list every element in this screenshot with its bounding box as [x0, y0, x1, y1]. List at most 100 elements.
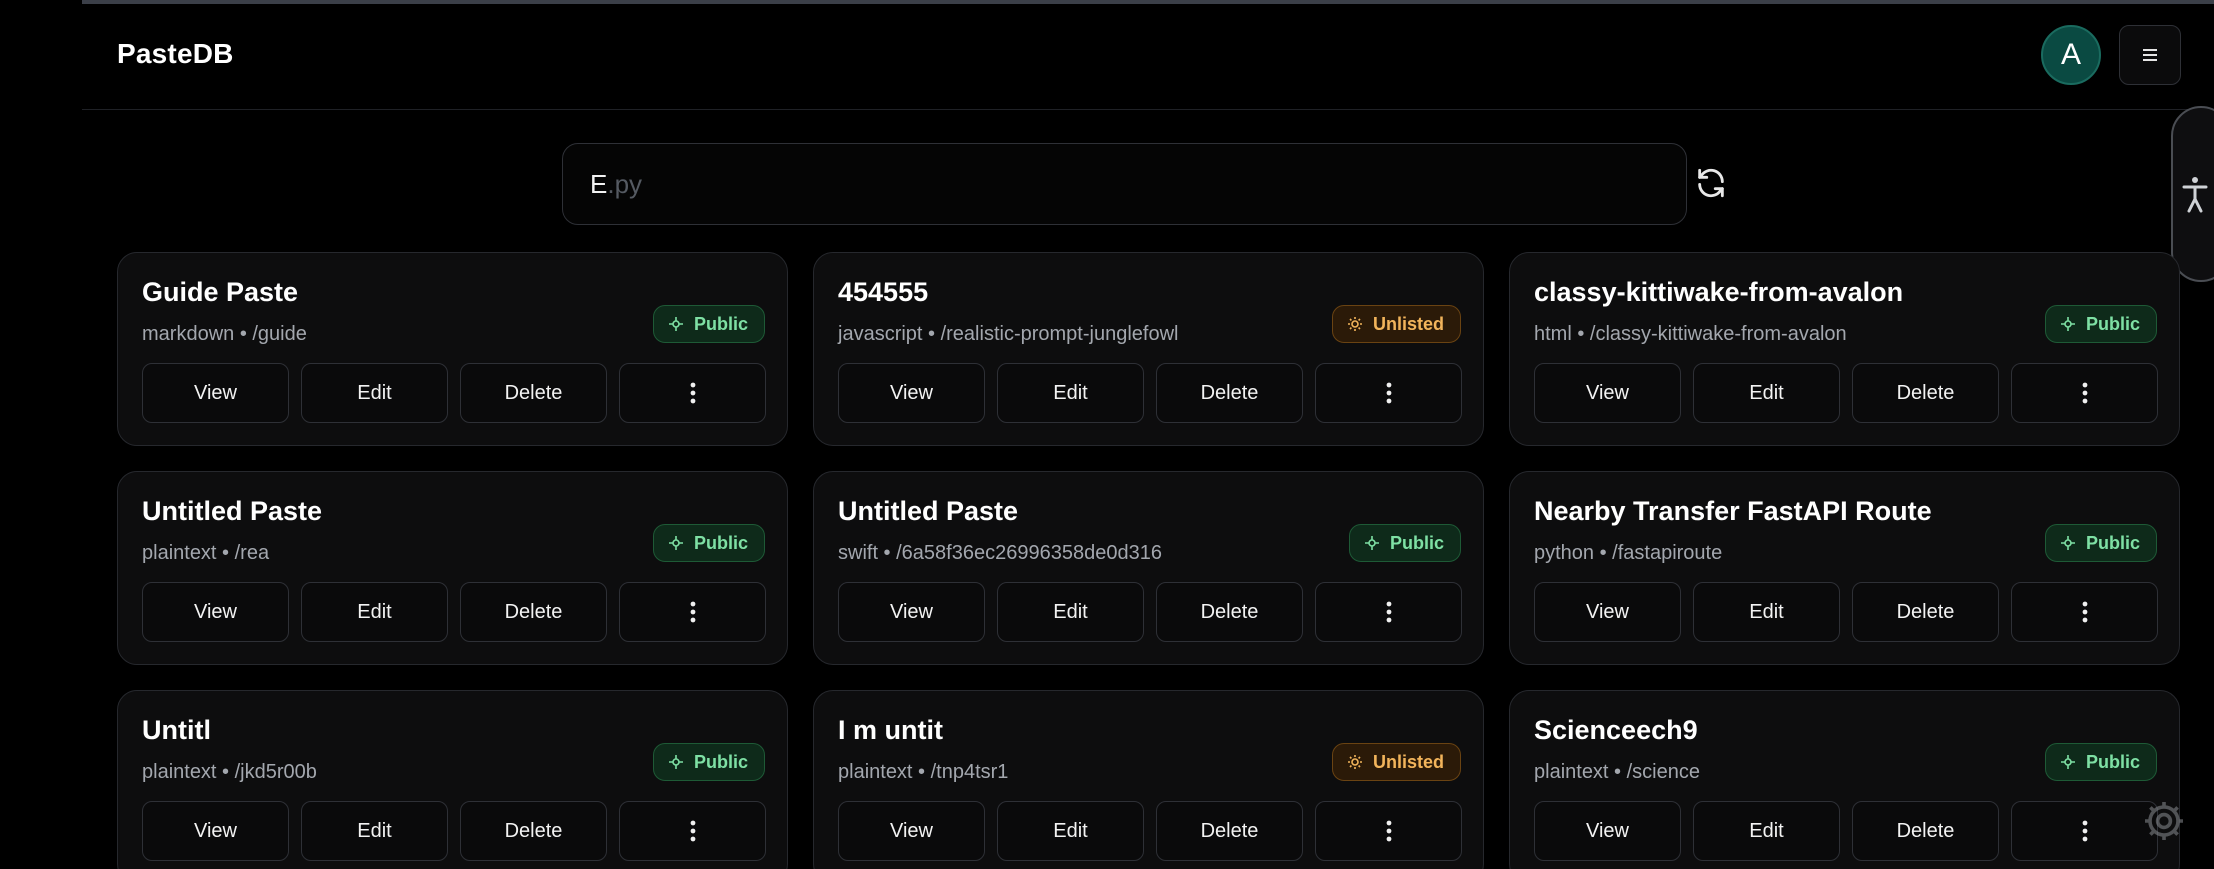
paste-title[interactable]: classy-kittiwake-from-avalon: [1534, 277, 1903, 308]
view-button[interactable]: View: [142, 582, 289, 642]
edit-button[interactable]: Edit: [997, 801, 1144, 861]
edit-button[interactable]: Edit: [301, 363, 448, 423]
paste-title[interactable]: 454555: [838, 277, 928, 308]
brand-logo[interactable]: PasteDB: [117, 38, 234, 70]
paste-meta: html • /classy-kittiwake-from-avalon: [1534, 323, 1847, 345]
view-button[interactable]: View: [142, 801, 289, 861]
paste-title[interactable]: Untitled Paste: [838, 496, 1018, 527]
edit-button[interactable]: Edit: [1693, 801, 1840, 861]
delete-button[interactable]: Delete: [1852, 363, 1999, 423]
view-button[interactable]: View: [142, 363, 289, 423]
accessibility-widget-button[interactable]: [2171, 106, 2214, 282]
delete-button[interactable]: Delete: [460, 801, 607, 861]
more-options-button[interactable]: [2011, 363, 2158, 423]
delete-button[interactable]: Delete: [1852, 801, 1999, 861]
paste-title[interactable]: Guide Paste: [142, 277, 298, 308]
paste-title[interactable]: Untitled Paste: [142, 496, 322, 527]
more-options-icon: [1386, 601, 1391, 623]
paste-card: Guide Paste markdown • /guide Public View Ed…: [117, 252, 788, 446]
paste-meta: markdown • /guide: [142, 323, 307, 345]
card-actions: View Edit Delete: [142, 363, 766, 423]
paste-meta: javascript • /realistic-prompt-junglefow…: [838, 323, 1179, 345]
settings-gear-icon[interactable]: [2140, 797, 2188, 845]
view-button[interactable]: View: [1534, 363, 1681, 423]
visibility-label: Public: [2085, 313, 2140, 334]
more-options-icon: [1386, 820, 1391, 842]
edit-button[interactable]: Edit: [997, 582, 1144, 642]
visibility-badge: Public: [652, 524, 765, 562]
paste-card: Nearby Transfer FastAPI Route python • /f…: [1509, 471, 2180, 665]
view-button[interactable]: View: [838, 801, 985, 861]
paste-meta: plaintext • /science: [1534, 761, 1700, 783]
visibility-badge: Public: [2044, 524, 2157, 562]
search-input[interactable]: E .py: [562, 143, 1687, 225]
view-button[interactable]: View: [1534, 582, 1681, 642]
edit-button[interactable]: Edit: [301, 801, 448, 861]
more-options-icon: [690, 601, 695, 623]
card-actions: View Edit Delete: [838, 363, 1462, 423]
paste-card: Scienceech9 plaintext • /science Public Vie…: [1509, 690, 2180, 869]
paste-card: 454555 javascript • /realistic-prompt-jun…: [813, 252, 1484, 446]
pin-icon: [668, 755, 683, 769]
pin-icon: [668, 317, 683, 331]
visibility-label: Public: [693, 313, 748, 334]
hamburger-menu-button[interactable]: [2119, 25, 2181, 85]
paste-title[interactable]: Nearby Transfer FastAPI Route: [1534, 496, 1932, 527]
delete-button[interactable]: Delete: [1852, 582, 1999, 642]
pin-icon: [2060, 536, 2075, 550]
pin-icon: [2060, 755, 2075, 769]
visibility-label: Public: [2085, 751, 2140, 772]
user-avatar[interactable]: A: [2041, 25, 2101, 85]
visibility-label: Unlisted: [1372, 313, 1444, 334]
view-button[interactable]: View: [838, 363, 985, 423]
delete-button[interactable]: Delete: [1156, 582, 1303, 642]
pin-icon: [1364, 536, 1379, 550]
more-options-button[interactable]: [2011, 801, 2158, 861]
pin-icon: [2060, 317, 2075, 331]
paste-card: Untitled Paste plaintext • /rea Public View…: [117, 471, 788, 665]
edit-button[interactable]: Edit: [301, 582, 448, 642]
visibility-badge: Public: [652, 743, 765, 781]
more-options-button[interactable]: [1315, 582, 1462, 642]
more-options-button[interactable]: [619, 801, 766, 861]
delete-button[interactable]: Delete: [1156, 801, 1303, 861]
more-options-icon: [2082, 382, 2087, 404]
paste-meta: plaintext • /rea: [142, 542, 270, 564]
visibility-badge: Public: [2044, 743, 2157, 781]
visibility-label: Unlisted: [1372, 751, 1444, 772]
more-options-button[interactable]: [1315, 801, 1462, 861]
more-options-icon: [1386, 382, 1391, 404]
paste-meta: plaintext • /jkd5r00b: [142, 761, 317, 783]
more-options-icon: [690, 382, 695, 404]
delete-button[interactable]: Delete: [460, 582, 607, 642]
visibility-label: Public: [2085, 532, 2140, 553]
more-options-button[interactable]: [619, 363, 766, 423]
paste-meta: swift • /6a58f36ec26996358de0d316: [838, 542, 1162, 564]
visibility-label: Public: [1389, 532, 1444, 553]
sun-icon: [1347, 317, 1362, 331]
view-button[interactable]: View: [838, 582, 985, 642]
delete-button[interactable]: Delete: [1156, 363, 1303, 423]
more-options-button[interactable]: [2011, 582, 2158, 642]
paste-title[interactable]: I m untit: [838, 715, 943, 746]
card-actions: View Edit Delete: [838, 582, 1462, 642]
visibility-label: Public: [693, 751, 748, 772]
paste-meta: python • /fastapiroute: [1534, 542, 1723, 564]
visibility-badge: Public: [652, 305, 765, 343]
refresh-icon[interactable]: [1694, 166, 1728, 200]
edit-button[interactable]: Edit: [1693, 582, 1840, 642]
paste-card: classy-kittiwake-from-avalon html • /clas…: [1509, 252, 2180, 446]
more-options-button[interactable]: [619, 582, 766, 642]
edit-button[interactable]: Edit: [1693, 363, 1840, 423]
more-options-icon: [2082, 820, 2087, 842]
edit-button[interactable]: Edit: [997, 363, 1144, 423]
visibility-label: Public: [693, 532, 748, 553]
card-actions: View Edit Delete: [142, 582, 766, 642]
delete-button[interactable]: Delete: [460, 363, 607, 423]
more-options-button[interactable]: [1315, 363, 1462, 423]
card-actions: View Edit Delete: [1534, 801, 2158, 861]
view-button[interactable]: View: [1534, 801, 1681, 861]
paste-title[interactable]: Untitl: [142, 715, 211, 746]
paste-title[interactable]: Scienceech9: [1534, 715, 1698, 746]
more-options-icon: [690, 820, 695, 842]
